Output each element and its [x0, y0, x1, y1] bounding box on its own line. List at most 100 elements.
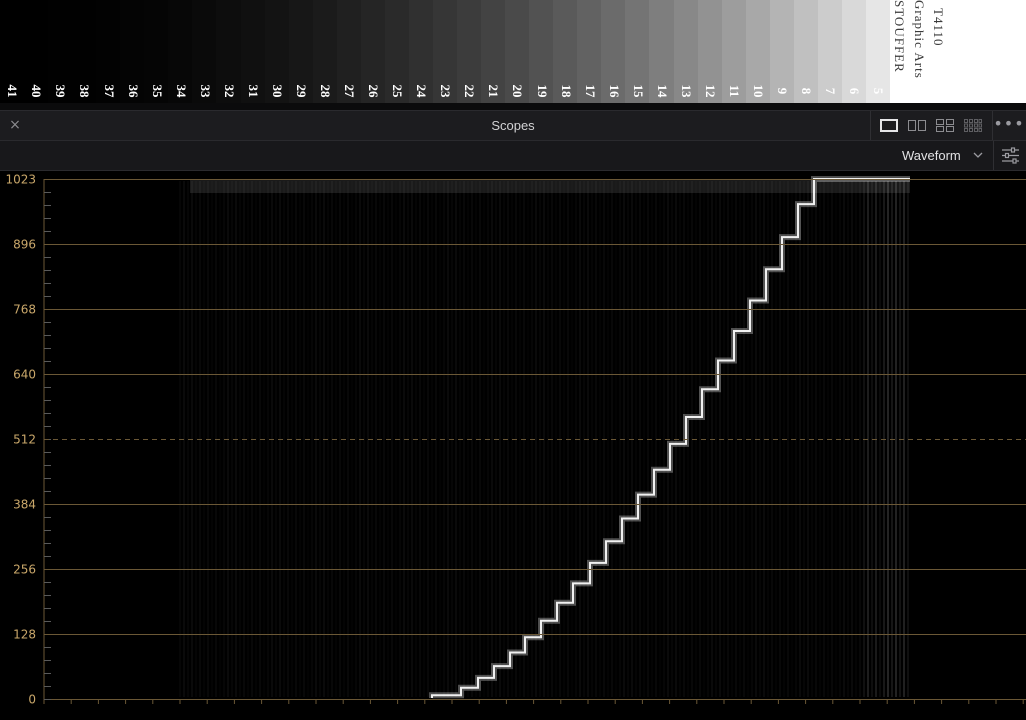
wedge-step: 22 [457, 0, 482, 103]
wedge-step: 33 [192, 0, 218, 103]
wedge-step-number: 33 [197, 84, 213, 98]
wedge-step-number: 34 [173, 84, 189, 98]
more-options-button[interactable]: ••• [992, 111, 1026, 140]
waveform-scale-label: 256 [13, 563, 36, 577]
wedge-step: 29 [288, 0, 314, 103]
wedge-step: 9 [769, 0, 795, 103]
wedge-step: 7 [817, 0, 843, 103]
wedge-step-number: 17 [582, 84, 598, 98]
wedge-step: 18 [553, 0, 578, 103]
wedge-step-number: 28 [318, 84, 333, 98]
waveform-scale-label: 768 [13, 303, 36, 317]
wedge-step: 23 [432, 0, 458, 103]
wedge-step: 5 [865, 0, 891, 103]
waveform-graticule: 1023 896 768 640 512 384 256 128 0 [5, 173, 1026, 707]
wedge-step: 6 [841, 0, 867, 103]
wedge-step: 26 [360, 0, 386, 103]
wedge-step-number: 14 [654, 84, 670, 98]
wedge-step: 15 [625, 0, 651, 103]
wedge-step: 19 [529, 0, 554, 103]
wedge-step-number: 37 [101, 84, 117, 98]
waveform-scope: 1023 896 768 640 512 384 256 128 0 [0, 171, 1026, 720]
quad-view-icon [936, 119, 954, 132]
scopes-panel-header: × Scopes ••• [0, 110, 1026, 141]
waveform-scale-label: 512 [13, 433, 36, 447]
wedge-step-number: 20 [510, 84, 526, 98]
wedge-step: 39 [48, 0, 73, 103]
wedge-step: 41 [0, 0, 25, 103]
layout-single-button[interactable] [880, 119, 898, 132]
wedge-step: 21 [481, 0, 506, 103]
waveform-scale-label: 0 [28, 693, 36, 707]
wedge-step-number: 38 [77, 84, 93, 98]
waveform-clip-band [190, 179, 910, 193]
scope-settings-button[interactable] [993, 141, 1026, 170]
wedge-step: 17 [577, 0, 602, 103]
wedge-step-number: 12 [702, 84, 718, 98]
wedge-step-number: 23 [438, 84, 454, 98]
wedge-step: 25 [384, 0, 410, 103]
wedge-step-number: 16 [606, 84, 622, 98]
close-panel-button[interactable]: × [0, 111, 30, 140]
wedge-step: 35 [144, 0, 169, 103]
wedge-step: 10 [745, 0, 771, 103]
layout-quad-button[interactable] [936, 119, 954, 132]
wedge-step: 14 [649, 0, 675, 103]
wedge-step: 28 [312, 0, 338, 103]
wedge-step-number: 18 [558, 84, 574, 98]
wedge-step-number: 5 [871, 87, 887, 95]
brand-line-1: STOUFFER [892, 0, 907, 73]
wedge-step-number: 29 [293, 84, 309, 98]
step-wedge-brand-label: STOUFFER Graphic Arts T4110 [890, 0, 1026, 103]
layout-grid-button[interactable] [964, 119, 982, 132]
dual-view-icon [908, 120, 926, 131]
wedge-step-number: 9 [775, 87, 791, 95]
wedge-step-number: 31 [245, 84, 261, 98]
wedge-step: 13 [673, 0, 699, 103]
wedge-step-number: 6 [847, 87, 863, 95]
wedge-step-number: 13 [678, 84, 694, 98]
single-view-icon [880, 119, 898, 132]
wedge-step-number: 7 [823, 87, 839, 95]
wedge-step: 8 [793, 0, 819, 103]
wedge-step-number: 32 [221, 84, 237, 98]
wedge-step-number: 19 [534, 84, 550, 98]
scope-layout-selector [870, 111, 993, 140]
scope-type-dropdown[interactable]: Waveform [896, 141, 992, 170]
grid-view-icon [964, 119, 982, 132]
settings-sliders-icon [1002, 147, 1019, 164]
waveform-scale-label: 128 [13, 628, 36, 642]
wedge-step-number: 8 [799, 87, 815, 95]
wedge-step: 31 [240, 0, 266, 103]
wedge-step-number: 25 [390, 84, 406, 98]
wedge-step: 24 [408, 0, 434, 103]
step-wedge-strip: 41 40 39 38 37 36 35 34 33 32 31 30 29 28 27 26 25 24 23 22… [0, 0, 891, 103]
wedge-step-number: 11 [726, 84, 742, 98]
wedge-step: 16 [601, 0, 626, 103]
wedge-step: 20 [505, 0, 530, 103]
waveform-scale-label: 1023 [5, 173, 36, 187]
scope-toolbar: Waveform [0, 141, 1026, 171]
wedge-step-number: 10 [750, 84, 766, 98]
wedge-step: 36 [120, 0, 145, 103]
wedge-step: 30 [264, 0, 290, 103]
wedge-step-number: 30 [269, 84, 285, 98]
waveform-scale-label: 640 [13, 368, 36, 382]
wedge-step-number: 35 [149, 84, 165, 98]
wedge-step: 27 [336, 0, 362, 103]
wedge-step: 40 [24, 0, 49, 103]
scope-type-label: Waveform [902, 148, 961, 163]
wedge-step: 32 [216, 0, 242, 103]
brand-line-2: Graphic Arts [912, 0, 927, 79]
wedge-step: 34 [168, 0, 194, 103]
wedge-step-number: 15 [630, 84, 646, 98]
more-icon: ••• [993, 114, 1025, 133]
wedge-step-number: 21 [486, 84, 502, 98]
wedge-step-number: 40 [29, 84, 45, 98]
wedge-step-number: 22 [462, 84, 478, 98]
app-window: 41 40 39 38 37 36 35 34 33 32 31 30 29 28 27 26 25 24 23 22… [0, 0, 1026, 720]
wedge-step: 38 [72, 0, 97, 103]
layout-dual-button[interactable] [908, 119, 926, 132]
wedge-step-number: 41 [5, 84, 21, 98]
wedge-step-number: 39 [53, 84, 69, 98]
